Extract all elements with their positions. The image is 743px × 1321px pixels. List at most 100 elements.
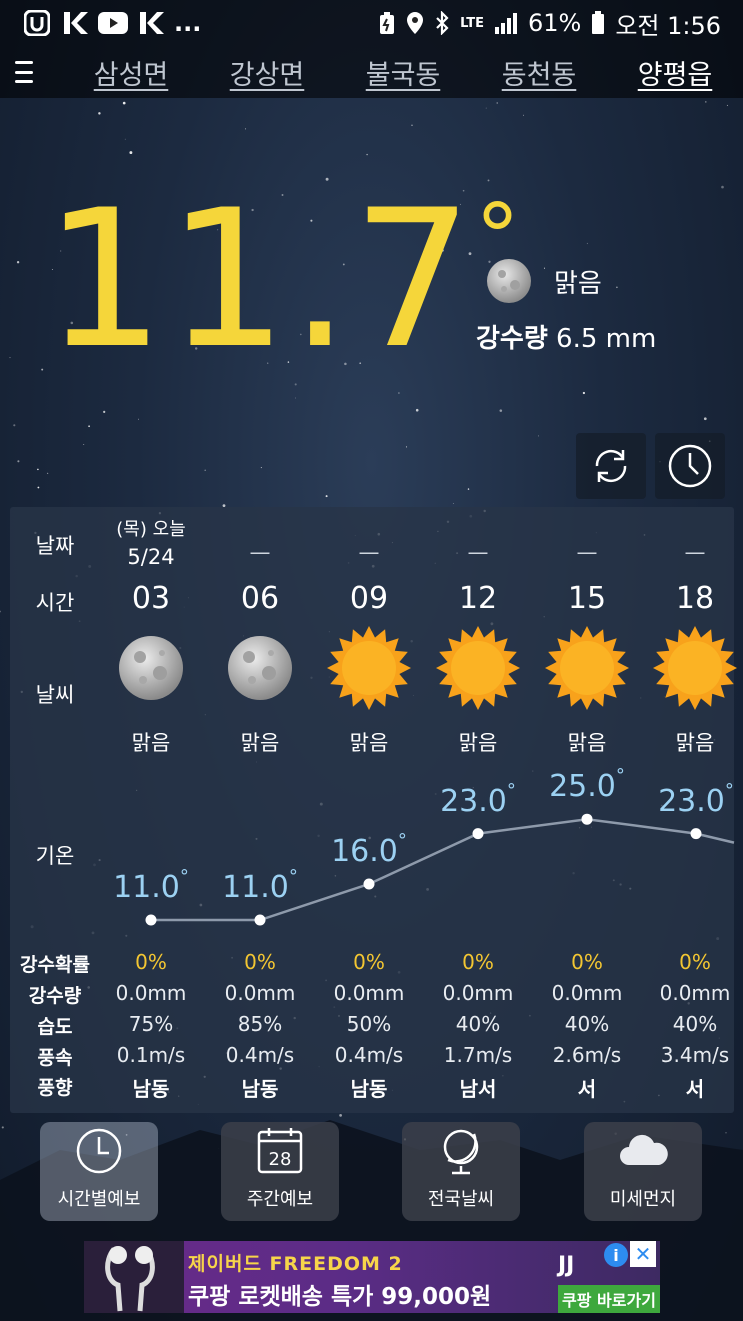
wind-speed-value: 0.1m/s <box>116 1043 186 1067</box>
moon-icon <box>487 259 531 303</box>
clock-icon <box>668 444 712 488</box>
star <box>582 391 586 395</box>
star <box>496 102 498 104</box>
temperature-point <box>145 914 157 926</box>
earbuds-image <box>84 1241 184 1313</box>
wind-speed-value: 0.4m/s <box>334 1043 404 1067</box>
star <box>0 610 1 613</box>
temperature-value: 11.0° <box>96 866 206 905</box>
row-label-pop: 강수확률 <box>20 954 90 976</box>
refresh-icon <box>595 449 627 483</box>
refresh-button[interactable] <box>576 433 646 499</box>
ad-close-icon[interactable]: ✕ <box>630 1241 656 1267</box>
ad-headline: 제이버드 FREEDOM 2 <box>188 1253 403 1275</box>
wind-dir-value: 남동 <box>132 1077 170 1101</box>
star <box>452 503 454 504</box>
location-tab-dongcheon[interactable]: 동천동 <box>471 53 607 92</box>
battery-saver-icon <box>378 11 396 35</box>
location-icon <box>406 11 424 35</box>
star <box>538 435 540 437</box>
hourly-forecast-panel[interactable]: 날짜 시간 날씨 기온 (목) 오늘 5/24 — — — — — 03 06 … <box>10 507 737 1113</box>
star <box>204 469 206 472</box>
star <box>467 488 470 490</box>
star <box>124 138 126 140</box>
star <box>295 397 296 399</box>
temperature-degree: ° <box>724 779 734 801</box>
temperature-number: 11.0 <box>113 870 180 905</box>
wind-speed-value: 2.6m/s <box>552 1043 622 1067</box>
notification-icons: ... <box>22 9 201 37</box>
star <box>487 179 490 182</box>
history-button[interactable] <box>655 433 725 499</box>
star <box>103 410 106 414</box>
pop-value: 0% <box>244 950 276 974</box>
star <box>398 392 400 394</box>
location-tab-yangpyeong[interactable]: 양평읍 <box>607 53 743 92</box>
precip-amount: 0.0mm <box>659 981 731 1005</box>
pop-value: 0% <box>462 950 494 974</box>
wind-dir-value: 서 <box>685 1077 705 1101</box>
nav-fine-dust[interactable]: 미세먼지 <box>584 1122 702 1221</box>
row-label-wind-speed: 풍속 <box>37 1047 73 1069</box>
nav-hourly-forecast[interactable]: 시간별예보 <box>40 1122 158 1221</box>
more-notifications: ... <box>174 9 202 37</box>
star <box>616 286 618 289</box>
precip-amount: 0.0mm <box>551 981 623 1005</box>
temperature-number: 25.0 <box>549 769 616 805</box>
ad-info-icon[interactable]: i <box>604 1243 628 1267</box>
temperature-point <box>254 914 266 926</box>
star <box>13 424 16 427</box>
clock-time: 오전 1:56 <box>615 11 721 40</box>
temperature-degree: ° <box>506 779 516 801</box>
star <box>260 467 262 469</box>
temperature-value: 25.0° <box>532 765 642 805</box>
location-tab-gangsang[interactable]: 강상면 <box>199 53 335 92</box>
menu-icon[interactable] <box>15 61 33 83</box>
star <box>726 104 728 106</box>
temperature-value: 23.0° <box>423 780 533 819</box>
star <box>129 151 133 155</box>
current-precip: 강수량 6.5 mm <box>476 318 656 355</box>
location-tab-bulguk[interactable]: 불국동 <box>335 53 471 92</box>
wind-dir-value: 남동 <box>241 1077 279 1101</box>
row-label-humidity: 습도 <box>37 1016 73 1038</box>
star <box>1 1126 4 1129</box>
signal-icon <box>494 12 518 34</box>
temperature-degree: ° <box>615 765 625 787</box>
nav-weekly-forecast[interactable]: 28 주간예보 <box>221 1122 339 1221</box>
pop-value: 0% <box>571 950 603 974</box>
app-u-icon <box>22 9 52 37</box>
status-bar: ... LTE 61% 오전 1:56 <box>0 0 743 46</box>
current-temp-value: 11.7 <box>44 169 476 390</box>
temperature-degree: ° <box>397 830 407 851</box>
temperature-point <box>690 828 702 840</box>
wind-speed-value: 0.4m/s <box>225 1043 295 1067</box>
calendar-day: 28 <box>269 1149 292 1170</box>
temperature-value: 16.0° <box>314 830 424 869</box>
app-k-icon <box>60 9 90 37</box>
humidity-value: 40% <box>455 1012 501 1036</box>
ad-banner[interactable]: 제이버드 FREEDOM 2 쿠팡 로켓배송 특가 99,000원 ЈJ i ✕… <box>84 1241 660 1313</box>
app-k-icon-2 <box>136 9 166 37</box>
star <box>721 185 724 189</box>
star <box>415 408 419 412</box>
wind-dir-value: 남서 <box>459 1077 497 1101</box>
battery-icon <box>591 11 605 35</box>
wind-speed-value: 1.7m/s <box>443 1043 513 1067</box>
lte-label: LTE <box>460 15 484 31</box>
temperature-number: 11.0 <box>222 870 289 905</box>
star <box>137 418 139 420</box>
humidity-value: 85% <box>237 1012 283 1036</box>
star <box>16 261 20 264</box>
location-tab-samseong[interactable]: 삼성면 <box>63 53 199 92</box>
star <box>122 101 126 105</box>
nav-label: 주간예보 <box>246 1189 314 1210</box>
star <box>586 242 588 245</box>
nav-national-weather[interactable]: 전국날씨 <box>402 1122 520 1221</box>
pop-value: 0% <box>679 950 711 974</box>
star <box>703 417 707 421</box>
ad-cta-button[interactable]: 쿠팡 바로가기 <box>558 1285 660 1313</box>
pop-value: 0% <box>135 950 167 974</box>
cloud-icon <box>620 1134 668 1165</box>
nav-label: 시간별예보 <box>57 1189 141 1210</box>
